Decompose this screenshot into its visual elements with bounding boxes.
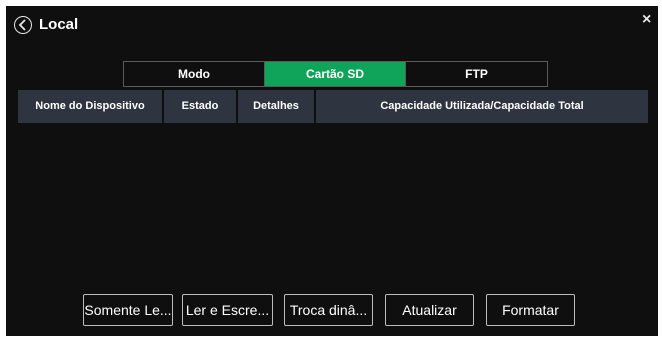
storage-tabs: Modo Cartão SD FTP bbox=[123, 61, 548, 87]
close-icon[interactable]: × bbox=[642, 12, 651, 28]
column-capacity: Capacidade Utilizada/Capacidade Total bbox=[316, 90, 648, 123]
back-icon[interactable] bbox=[14, 16, 32, 34]
read-only-button[interactable]: Somente Le... bbox=[83, 294, 173, 326]
page-title: Local bbox=[39, 16, 79, 33]
device-table-header: Nome do Dispositivo Estado Detalhes Capa… bbox=[18, 90, 648, 123]
format-button[interactable]: Formatar bbox=[486, 294, 575, 326]
column-status: Estado bbox=[164, 90, 236, 123]
tab-modo[interactable]: Modo bbox=[124, 62, 265, 86]
hot-swap-button[interactable]: Troca dinâ... bbox=[284, 294, 373, 326]
column-device-name: Nome do Dispositivo bbox=[18, 90, 162, 123]
refresh-button[interactable]: Atualizar bbox=[385, 294, 474, 326]
column-details: Detalhes bbox=[238, 90, 314, 123]
tab-cartao-sd[interactable]: Cartão SD bbox=[265, 62, 406, 86]
dialog-header: Local × bbox=[6, 6, 658, 42]
read-write-button[interactable]: Ler e Escre... bbox=[182, 294, 273, 326]
local-dialog: Local × Modo Cartão SD FTP Nome do Dispo… bbox=[6, 6, 658, 336]
tab-ftp[interactable]: FTP bbox=[406, 62, 547, 86]
